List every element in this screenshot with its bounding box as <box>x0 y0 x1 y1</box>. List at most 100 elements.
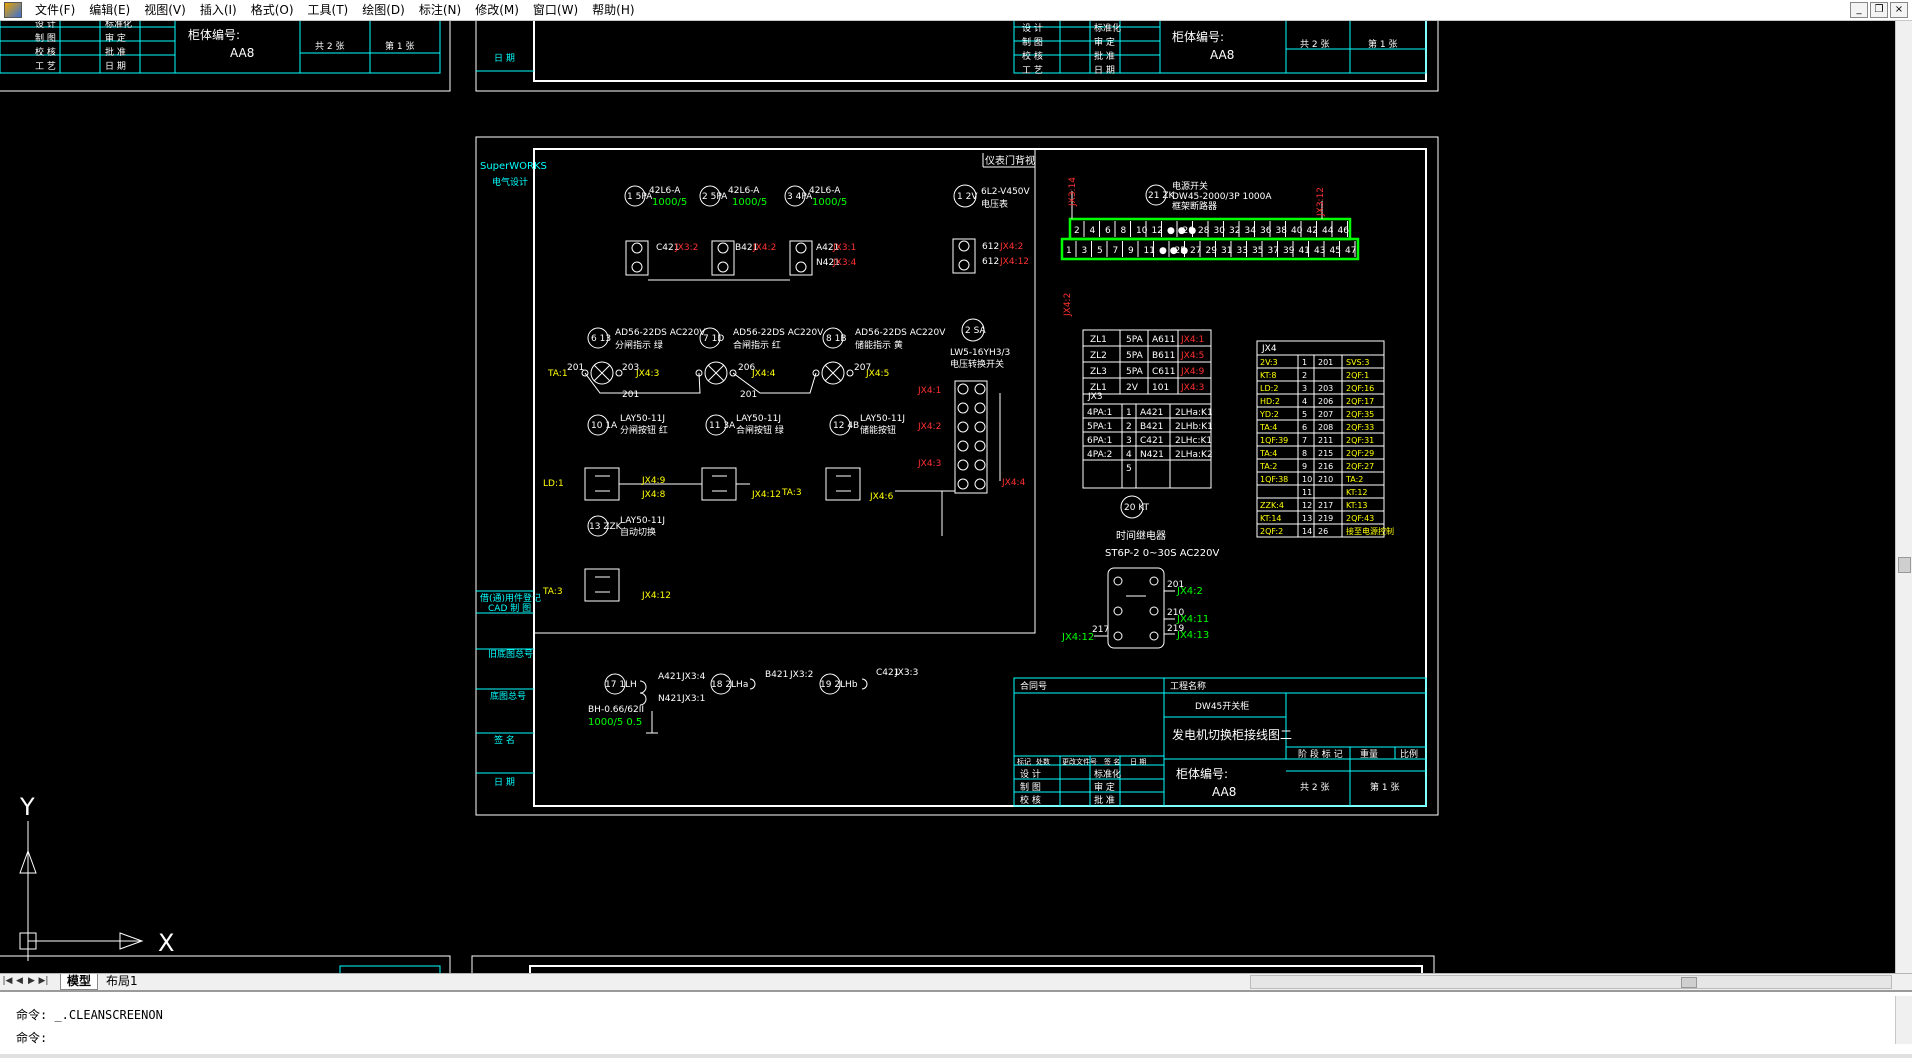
table3-cell-13-3: 接至电源控制 <box>1346 526 1394 536</box>
table3-cell-10-3: KT:12 <box>1346 488 1368 497</box>
first-tab-icon[interactable]: |◀ <box>2 975 13 987</box>
brand-sub: 电气设计 <box>492 176 528 188</box>
table2-cell-0-3: 2LHa:K1 <box>1175 408 1213 418</box>
terminal-top-3: 8 <box>1121 226 1127 236</box>
terminal-top-12: 36 <box>1260 226 1272 236</box>
btn-1-id: 10 1A <box>591 421 618 431</box>
table3-cell-7-1: 8 <box>1302 449 1307 458</box>
btn-4-id: 13 ZZK <box>589 522 623 532</box>
tb-role-2: 制 图 <box>1020 781 1041 793</box>
table3-cell-2-1: 3 <box>1302 384 1307 393</box>
table3-cell-0-1: 1 <box>1302 358 1307 367</box>
btn-4-model: LAY50-11J <box>620 516 665 526</box>
ct-term-2: JX4:2 <box>752 243 776 253</box>
lamp-wire-5: 201 <box>740 390 757 400</box>
restore-icon[interactable]: ❐ <box>1870 2 1888 18</box>
ct-term-3: JX3:1 <box>832 243 856 253</box>
horizontal-scrollbar[interactable] <box>1250 975 1892 989</box>
vertical-scroll-thumb[interactable] <box>1898 557 1911 573</box>
tab-layout1[interactable]: 布局1 <box>100 974 144 989</box>
table3-cell-0-0: 2V:3 <box>1260 358 1278 367</box>
menu-view[interactable]: 视图(V) <box>137 0 193 20</box>
tm-role-4: 工 艺 <box>1022 65 1043 76</box>
menu-draw[interactable]: 绘图(D) <box>355 0 412 20</box>
table2-cell-0-0: 4PA:1 <box>1087 408 1112 418</box>
lamp-2-name: 合闸指示 红 <box>733 339 781 351</box>
table3-cell-7-3: 2QF:29 <box>1346 449 1374 458</box>
prev-tab-icon[interactable]: ◀ <box>14 975 25 987</box>
menu-format[interactable]: 格式(O) <box>244 0 301 20</box>
terminal-bottom-10: 31 <box>1221 246 1232 256</box>
table3-cell-11-2: 217 <box>1318 501 1333 510</box>
tb-scale: 比例 <box>1400 748 1418 760</box>
last-tab-icon[interactable]: ▶| <box>38 975 49 987</box>
menu-tools[interactable]: 工具(T) <box>301 0 356 20</box>
tl-cabinet-value: AA8 <box>230 46 254 60</box>
table3-cell-11-3: KT:13 <box>1346 501 1368 510</box>
vertical-scrollbar[interactable] <box>1895 21 1912 973</box>
terminal-top-13: 38 <box>1276 226 1288 236</box>
bct-1-id: 17 1LH <box>605 680 637 690</box>
tl-check-1: 标准化 <box>105 21 132 30</box>
ct-1-ratio: 1000/5 <box>652 197 687 208</box>
tl-role-1: 设 计 <box>35 21 56 30</box>
table3-cell-7-0: TA:4 <box>1259 449 1277 458</box>
table3-cell-3-3: 2QF:17 <box>1346 397 1374 406</box>
horizontal-scroll-thumb[interactable] <box>1681 977 1697 988</box>
menu-file[interactable]: 文件(F) <box>28 0 82 20</box>
relay-id: 20 KT <box>1124 503 1150 513</box>
ct-2-ratio: 1000/5 <box>732 197 767 208</box>
command-input[interactable]: 命令: <box>16 1029 47 1046</box>
strip-6: 日 期 <box>494 777 515 788</box>
lamp-wire-6: 207 <box>854 363 871 373</box>
menu-insert[interactable]: 插入(I) <box>193 0 244 20</box>
terminal-top-17: 46 <box>1338 226 1350 236</box>
ammeter-group: 1 5PA 2 5PA 3 4PA 42L6-A 42L6-A 42L6-A 1… <box>624 185 857 281</box>
terminal-bottom-12: 35 <box>1252 246 1263 256</box>
table3-cell-5-1: 6 <box>1302 423 1307 432</box>
table2-cell-1-3: 2LHb:K1 <box>1175 422 1213 432</box>
tb-weight: 重量 <box>1360 748 1378 760</box>
terminal-header2: DW45-2000/3P 1000A <box>1172 192 1272 202</box>
app-icon[interactable] <box>4 2 22 18</box>
tb-rev-1: 标记 <box>1017 757 1031 766</box>
table3-cell-7-2: 215 <box>1318 449 1333 458</box>
wiring-table-1: ZL1 5PA A611 JX4:1 ZL2 5PA B611 JX4:5 ZL3 5PA C611… <box>1082 329 1213 489</box>
tl-role-2: 制 图 <box>35 32 56 44</box>
tm-cabinet-label: 柜体编号: <box>1172 29 1224 44</box>
voltmeter-model: 6L2-V450V <box>981 187 1031 197</box>
table1-cell-0-1: 5PA <box>1126 335 1144 345</box>
tb-check-1: 标准化 <box>1094 768 1121 780</box>
menu-dimension[interactable]: 标注(N) <box>412 0 468 20</box>
voltmeter: 1 2V 6L2-V450V 电压表 612 612 JX4:2 JX4:12 <box>952 184 1031 274</box>
tm-date-label: 日 期 <box>494 53 515 64</box>
time-relay: 20 KT 时间继电器 ST6P-2 0~30S AC220V 201 210 … <box>1061 495 1220 649</box>
menu-window[interactable]: 窗口(W) <box>526 0 585 20</box>
terminal-bottom-0: 1 <box>1066 246 1072 256</box>
terminal-bottom-11: 33 <box>1237 246 1248 256</box>
tl-check-2: 审 定 <box>105 32 126 44</box>
next-tab-icon[interactable]: ▶ <box>26 975 37 987</box>
table3-cell-9-1: 10 <box>1302 475 1312 484</box>
btn-term-4: JX4:12 <box>751 490 781 500</box>
drawing-canvas[interactable]: .w { stroke:#fff; fill:none; stroke-widt… <box>0 21 1896 973</box>
menu-edit[interactable]: 编辑(E) <box>82 0 137 20</box>
close-icon[interactable]: × <box>1890 2 1908 18</box>
table1-cell-3-2: 101 <box>1152 383 1169 393</box>
tab-model[interactable]: 模型 <box>60 974 99 990</box>
terminal-top-0: 2 <box>1074 226 1080 236</box>
terminal-top-9: 30 <box>1214 226 1226 236</box>
command-scrollbar[interactable] <box>1895 996 1912 1044</box>
terminal-bottom-9: 29 <box>1206 246 1218 256</box>
table3-cell-13-1: 14 <box>1302 527 1312 536</box>
tl-role-3: 校 核 <box>35 46 56 58</box>
table3-cell-3-0: HD:2 <box>1260 397 1280 406</box>
lamp-3-id: 8 1B <box>826 334 847 344</box>
switch-term-1: JX4:1 <box>917 386 941 396</box>
menu-help[interactable]: 帮助(H) <box>585 0 641 20</box>
lamp-wire-4: 206 <box>738 363 755 373</box>
menu-modify[interactable]: 修改(M) <box>468 0 526 20</box>
ct-1-model: 42L6-A <box>649 186 681 196</box>
minimize-icon[interactable]: _ <box>1850 2 1868 18</box>
lamp-wire-1: 201 <box>567 363 584 373</box>
